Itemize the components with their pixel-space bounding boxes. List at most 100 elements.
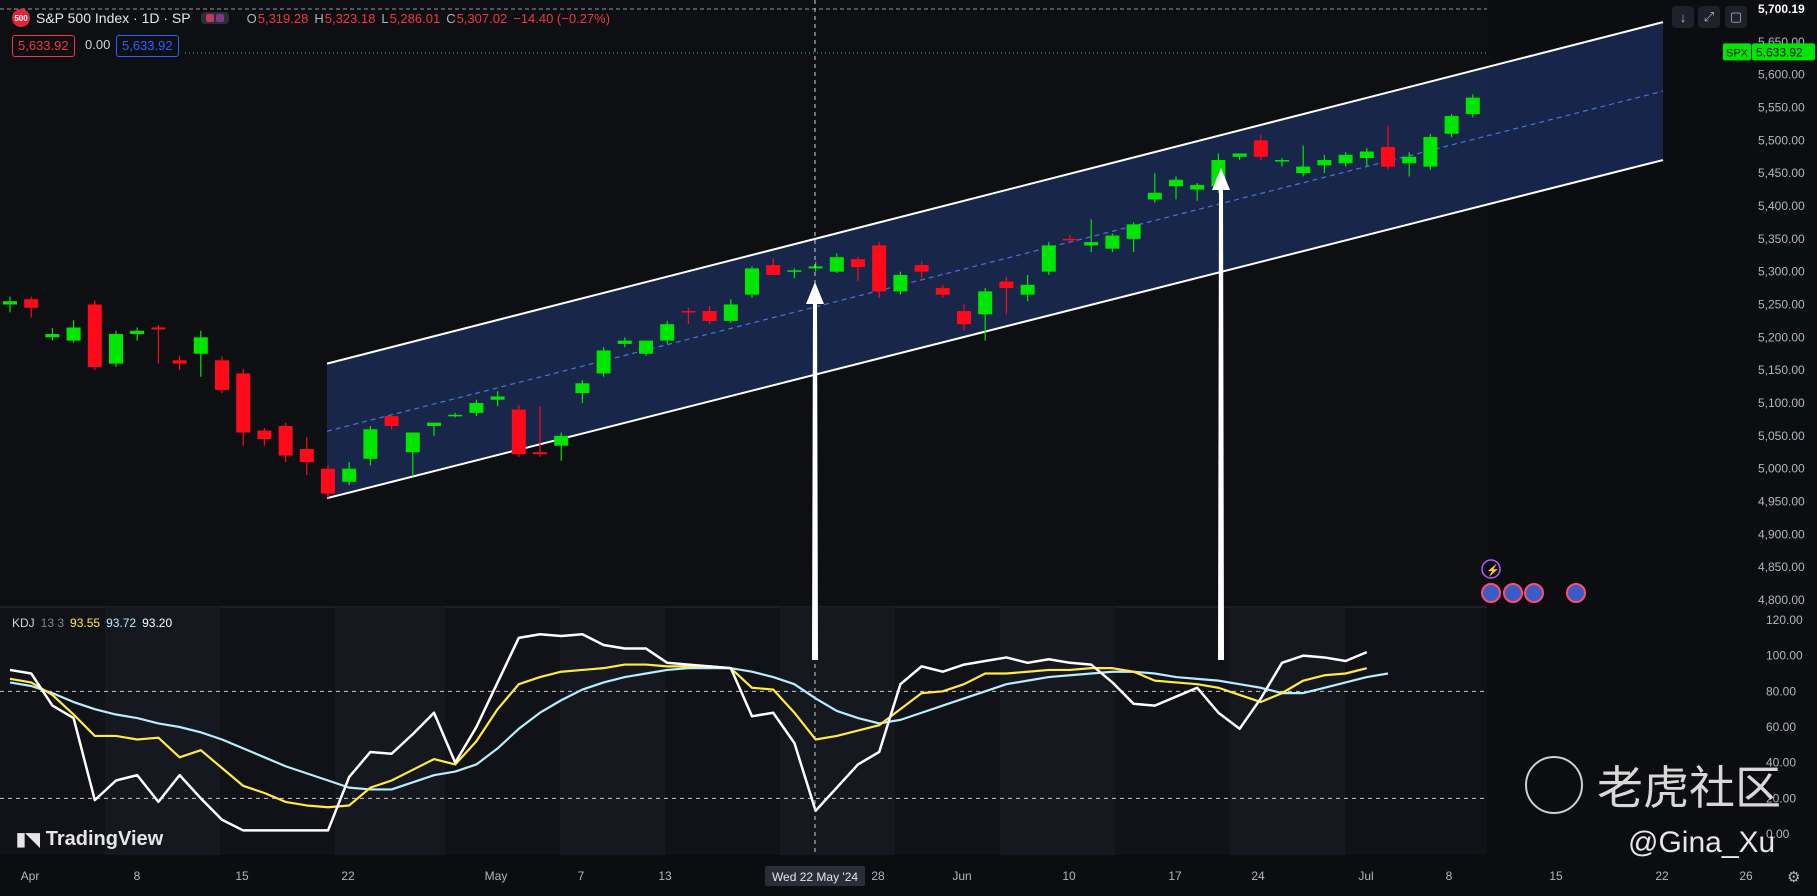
candle-body — [681, 311, 696, 313]
candle-body — [405, 432, 420, 453]
symbol-title[interactable]: S&P 500 Index · 1D · SP — [36, 10, 191, 26]
candle-body — [957, 311, 971, 325]
candle-body — [1317, 160, 1332, 166]
screenshot-icon[interactable]: ▢ — [1725, 6, 1747, 28]
kdj-tick-label: 80.00 — [1766, 684, 1796, 698]
candle-body — [1084, 242, 1099, 246]
top-price-label: 5,700.19 — [1758, 2, 1805, 16]
price-tick-label: 4,900.00 — [1758, 527, 1805, 541]
price-tick-label: 5,050.00 — [1758, 429, 1805, 443]
kdj-params: 13 3 — [40, 616, 65, 630]
ohlc-open-label: O — [246, 10, 257, 26]
kdj-shade-band — [1230, 607, 1345, 855]
candle-body — [1253, 140, 1268, 157]
ohlc-open-value: 5,319.28 — [257, 10, 309, 26]
price-tick-label: 4,950.00 — [1758, 495, 1805, 509]
candle-body — [935, 288, 950, 295]
ohlc-low-label: L — [381, 10, 389, 26]
symbol-legend: 500 S&P 500 Index · 1D · SP O 5,319.28 H… — [12, 9, 616, 27]
price-tick-label: 5,000.00 — [1758, 462, 1805, 476]
candle-body — [384, 416, 399, 426]
candle-body — [1359, 151, 1374, 159]
settings-gear-icon[interactable]: ⚙ — [1787, 869, 1800, 886]
candle-body — [45, 334, 60, 338]
ohlc-high-label: H — [314, 10, 324, 26]
candle-body — [893, 274, 908, 292]
time-axis-label: 10 — [1062, 869, 1076, 883]
kdj-d-value: 93.72 — [106, 616, 137, 630]
candle-body — [1338, 154, 1353, 164]
indicator-toggle-button[interactable] — [200, 12, 229, 24]
us-flag-event-icon — [1503, 583, 1523, 603]
user-watermark: @Gina_Xu — [1628, 826, 1776, 859]
candle-body — [554, 435, 569, 446]
arrow-down-icon[interactable]: ↓ — [1672, 6, 1694, 28]
ohlc-low-value: 5,286.01 — [389, 10, 441, 26]
candle-body — [1423, 137, 1438, 167]
candle-body — [342, 468, 357, 482]
candle-body — [3, 301, 17, 305]
tradingview-mark-icon: ▮◥ — [16, 829, 40, 849]
spread-value: 0.00 — [85, 37, 111, 52]
us-flag-event-icon — [1524, 583, 1544, 603]
price-tick-label: 5,400.00 — [1758, 199, 1805, 213]
candle-body — [575, 383, 590, 394]
candle-body — [872, 245, 887, 292]
tiger-logo-icon — [1525, 756, 1583, 814]
kdj-k-value: 93.55 — [70, 616, 101, 630]
kdj-j-value: 93.20 — [142, 616, 173, 630]
kdj-legend[interactable]: KDJ 13 3 93.55 93.72 93.20 — [12, 616, 172, 630]
time-axis-label: 22 — [1655, 869, 1669, 883]
tradingview-logo[interactable]: ▮◥ TradingView — [16, 828, 163, 851]
candle-body — [427, 422, 441, 426]
price-tick-label: 5,200.00 — [1758, 330, 1805, 344]
us-flag-event-icon — [1481, 583, 1501, 603]
candle-body — [1105, 235, 1120, 249]
candle-body — [215, 360, 229, 390]
candle-body — [257, 430, 272, 440]
annotation-arrow-1 — [812, 300, 818, 660]
price-tick-label: 5,600.00 — [1758, 68, 1805, 82]
kdj-name: KDJ — [12, 616, 35, 630]
candle-body — [490, 396, 505, 400]
candle-body — [87, 304, 102, 367]
price-tick-label: 4,800.00 — [1758, 593, 1805, 607]
candle-body — [617, 340, 632, 344]
ohlc-high-value: 5,323.18 — [324, 10, 376, 26]
time-axis-label: 15 — [235, 869, 249, 883]
candle-body — [66, 327, 81, 341]
candle-body — [24, 299, 39, 308]
price-tick-label: 5,350.00 — [1758, 232, 1805, 246]
kdj-shade-band — [335, 607, 445, 855]
candle-body — [1147, 192, 1162, 200]
us-flag-event-icon — [1566, 583, 1586, 603]
price-tick-label: 5,100.00 — [1758, 396, 1805, 410]
candle-body — [130, 330, 145, 335]
candle-body — [596, 350, 611, 374]
candle-body — [808, 266, 823, 269]
candle-body — [236, 373, 251, 433]
candle-body — [787, 270, 802, 272]
time-axis-label: 22 — [341, 869, 355, 883]
time-axis-label: 24 — [1251, 869, 1265, 883]
bid-price-box[interactable]: 5,633.92 — [12, 35, 75, 57]
kdj-tick-label: 120.00 — [1766, 613, 1803, 627]
candle-body — [745, 268, 759, 295]
price-tick-label: 4,850.00 — [1758, 560, 1805, 574]
candle-body — [448, 414, 463, 417]
kdj-shade-band — [780, 607, 895, 855]
time-axis-label: 17 — [1168, 869, 1182, 883]
change-value: −14.40 (−0.27%) — [513, 10, 611, 26]
kdj-shade-band — [1000, 607, 1115, 855]
candle-body — [109, 334, 123, 364]
kdj-shade-band — [560, 607, 665, 855]
fullscreen-icon[interactable]: ⤢ — [1698, 6, 1720, 28]
ask-price-box[interactable]: 5,633.92 — [116, 35, 179, 57]
candle-body — [1465, 97, 1480, 115]
ohlc-close-label: C — [446, 10, 456, 26]
time-axis-label: Jul — [1358, 869, 1373, 883]
time-axis-label: Apr — [21, 869, 40, 883]
time-axis-label: Jun — [952, 869, 971, 883]
candle-body — [172, 360, 187, 364]
time-axis-label: 28 — [871, 869, 885, 883]
